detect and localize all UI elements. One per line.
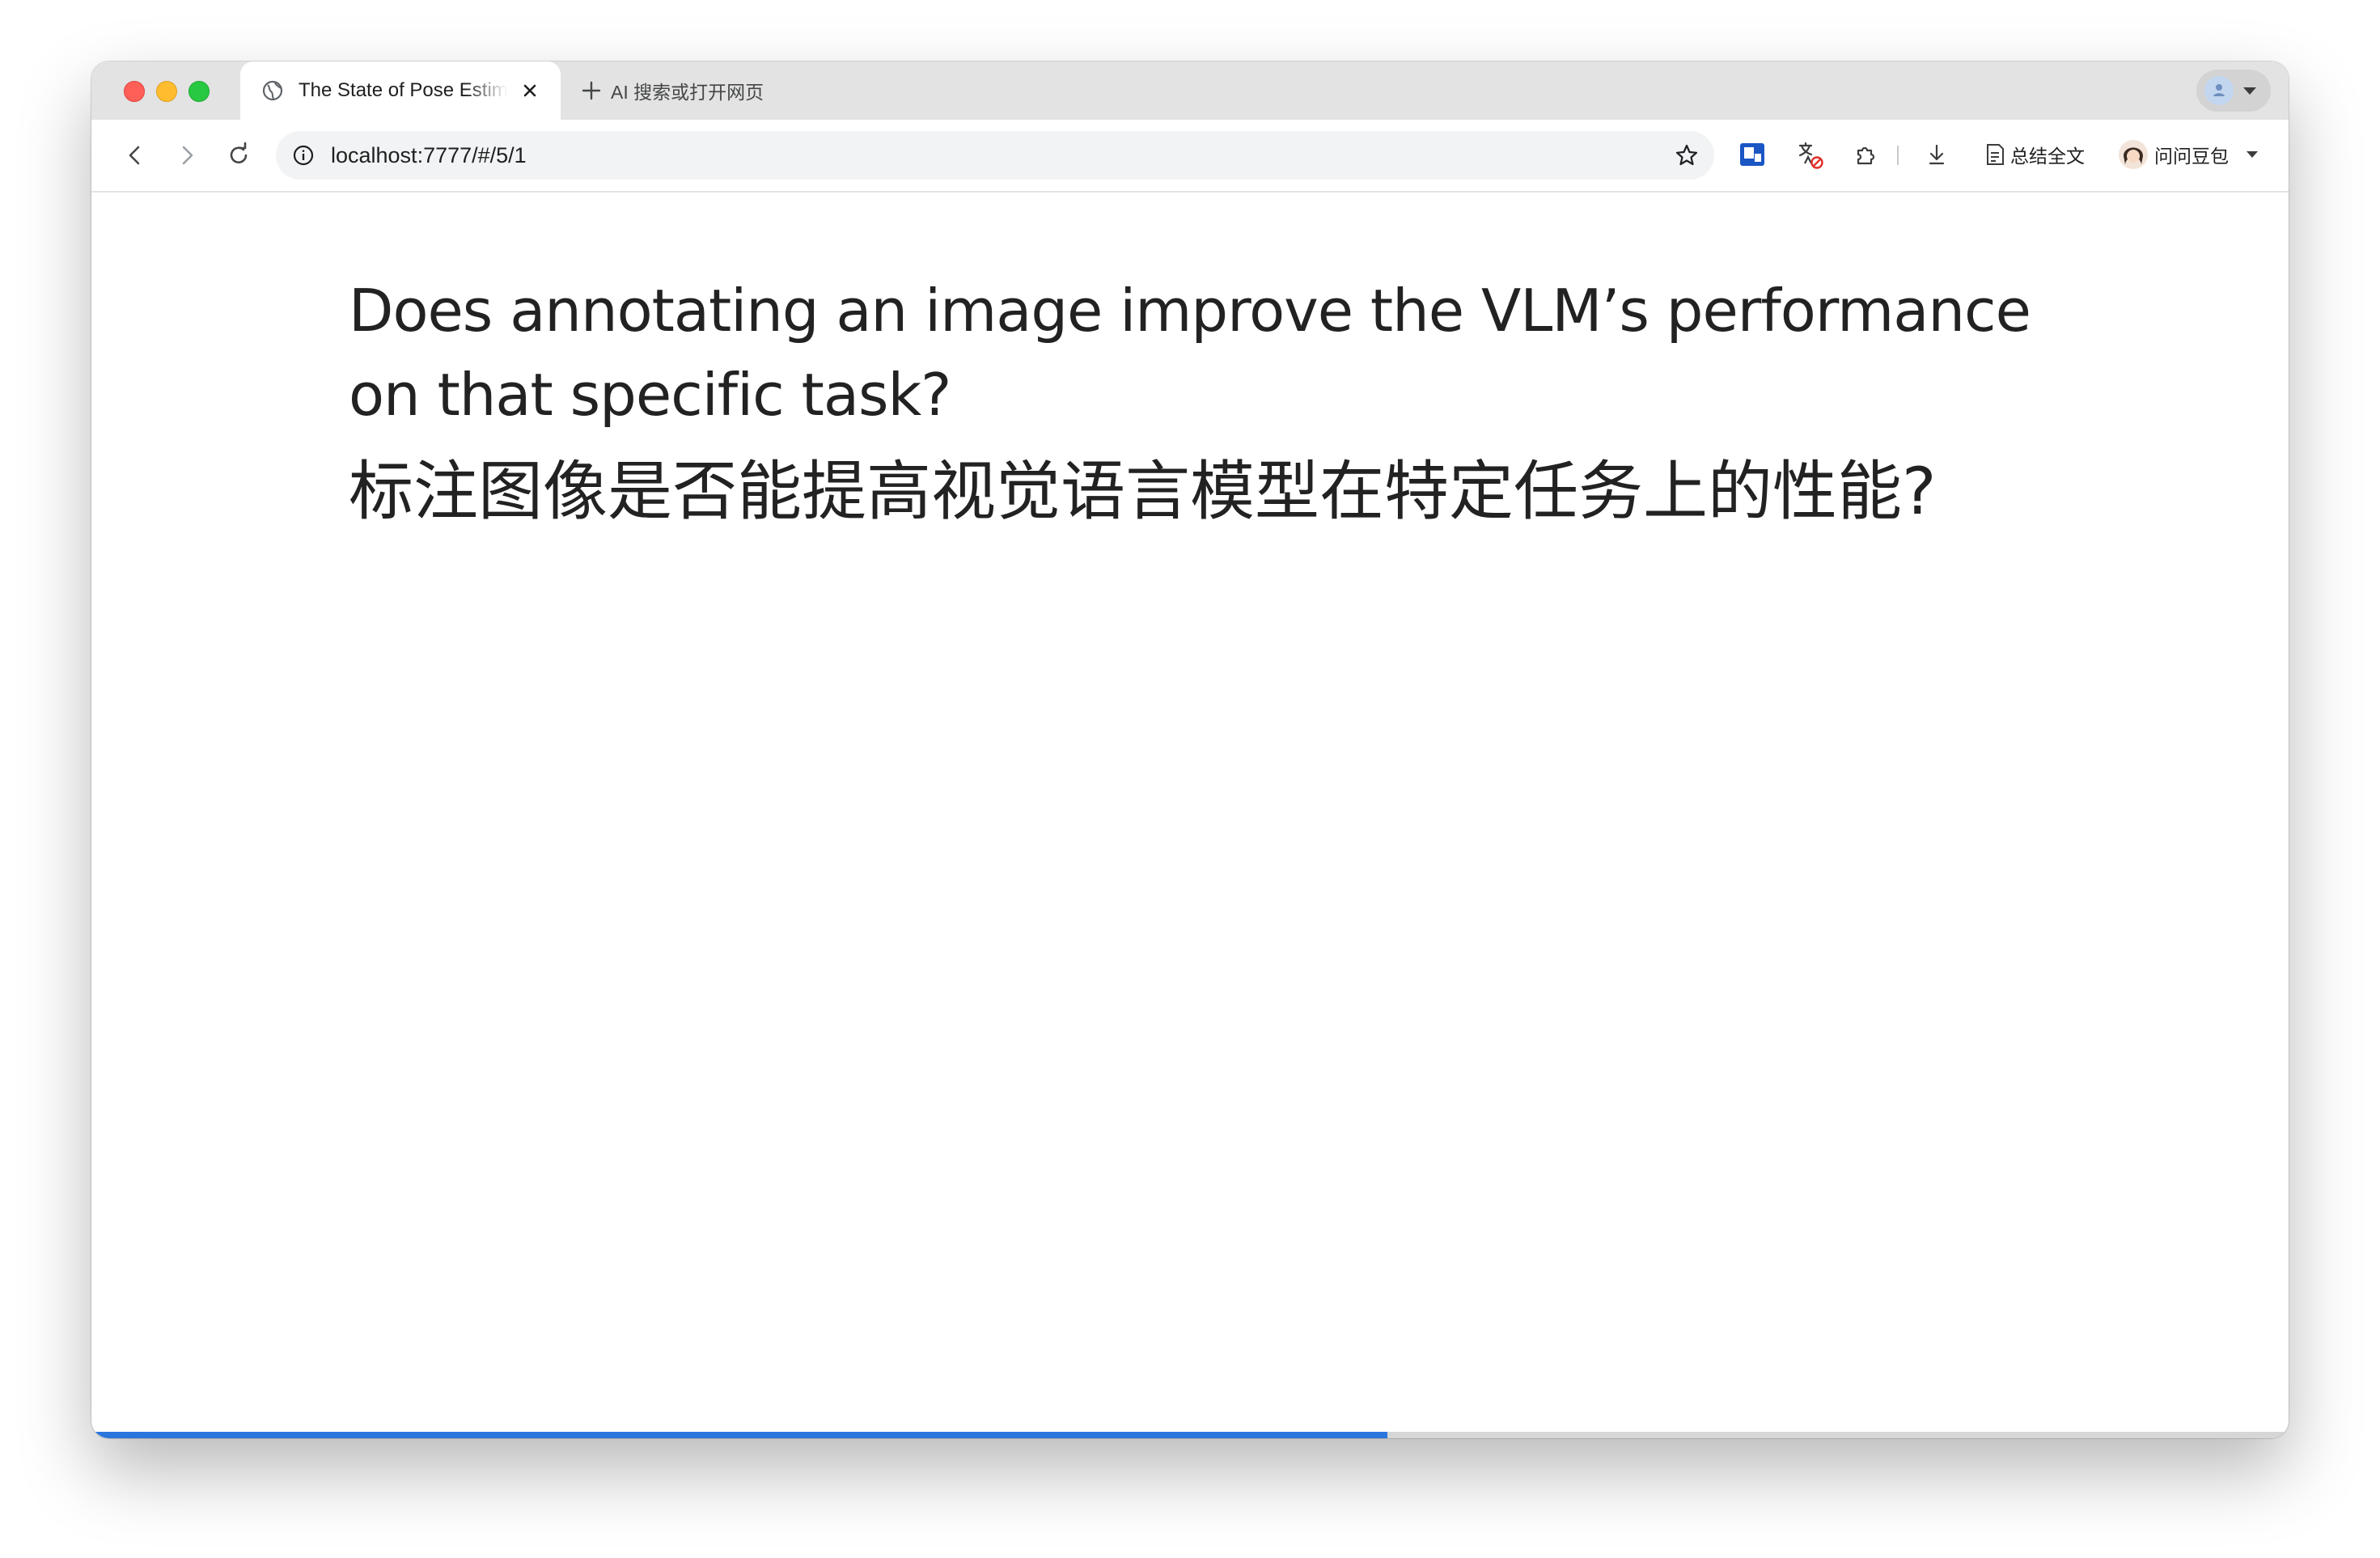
window-close-button[interactable]: [124, 81, 145, 102]
browser-toolbar: localhost:7777/#/5/1 总结全文 问问豆包: [91, 120, 2289, 193]
forward-icon[interactable]: [172, 141, 201, 170]
plus-icon: [582, 81, 601, 100]
globe-icon: [262, 80, 283, 101]
window-maximize-button[interactable]: [188, 81, 210, 102]
profile-avatar-icon: [2204, 76, 2234, 105]
back-icon[interactable]: [121, 141, 150, 170]
window-minimize-button[interactable]: [156, 81, 177, 102]
summarize-label: 总结全文: [2010, 146, 2085, 167]
extension-blue-icon[interactable]: [1737, 139, 1768, 170]
info-icon[interactable]: [292, 144, 315, 167]
new-tab-button[interactable]: AI 搜索或打开网页: [580, 74, 764, 107]
doubao-button[interactable]: 问问豆包: [2119, 136, 2258, 173]
slide-title-translation: 标注图像是否能提高视觉语言模型在特定任务上的性能?: [349, 454, 1937, 529]
tab-active[interactable]: The State of Pose Estimation: [240, 61, 561, 120]
bookmark-star-icon[interactable]: [1674, 142, 1700, 168]
reload-icon[interactable]: [224, 141, 253, 170]
doubao-label: 问问豆包: [2154, 146, 2229, 167]
translate-off-icon[interactable]: [1793, 139, 1824, 170]
doubao-avatar-icon: [2119, 140, 2148, 169]
address-bar[interactable]: localhost:7777/#/5/1: [276, 131, 1714, 180]
document-icon: [1987, 144, 2004, 165]
summarize-button[interactable]: 总结全文: [1984, 138, 2085, 171]
download-icon[interactable]: [1921, 139, 1952, 170]
slide-content: Does annotating an image improve the VLM…: [91, 193, 2289, 1438]
toolbar-divider: [1897, 146, 1899, 165]
chevron-down-icon: [2243, 87, 2256, 95]
slide-progress-bar: [91, 1432, 2289, 1438]
slide-title: Does annotating an image improve the VLM…: [349, 277, 2031, 429]
browser-window: The State of Pose Estimation AI 搜索或打开网页: [91, 61, 2289, 1438]
slide-progress-fill: [91, 1432, 1388, 1438]
tab-title: The State of Pose Estimation: [299, 79, 507, 101]
new-tab-label: AI 搜索或打开网页: [611, 82, 764, 103]
close-icon[interactable]: [520, 81, 540, 100]
url-text: localhost:7777/#/5/1: [331, 143, 527, 167]
extensions-puzzle-icon[interactable]: [1850, 139, 1881, 170]
profile-menu-button[interactable]: [2196, 70, 2271, 112]
tab-strip: The State of Pose Estimation AI 搜索或打开网页: [91, 61, 2289, 120]
chevron-down-icon[interactable]: [2247, 151, 2258, 158]
